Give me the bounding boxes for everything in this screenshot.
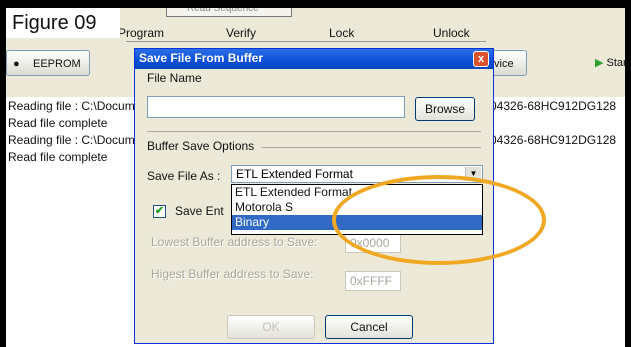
menu-program[interactable]: Program — [118, 26, 164, 40]
menu-lock[interactable]: Lock — [329, 26, 354, 40]
divider — [147, 131, 481, 132]
play-icon: ▶ — [595, 57, 604, 69]
menu-divider — [126, 41, 486, 42]
file-name-label: File Name — [147, 71, 202, 85]
option-etl-extended[interactable]: ETL Extended Format — [232, 185, 482, 200]
log-line: Read file complete — [8, 150, 108, 164]
ok-button[interactable]: OK — [227, 315, 315, 339]
log-line: Reading file : C:\Docum — [8, 133, 135, 147]
save-as-select[interactable]: ETL Extended Format ▼ — [231, 165, 483, 183]
device-button[interactable]: vice — [489, 50, 527, 76]
dialog-title: Save File From Buffer — [139, 51, 264, 65]
cancel-button[interactable]: Cancel — [325, 315, 413, 339]
highest-address-input[interactable]: 0xFFFF — [345, 271, 401, 291]
format-dropdown-list: ETL Extended Format Motorola S Binary — [231, 184, 483, 235]
file-name-input[interactable] — [147, 96, 405, 118]
highest-address-label: Higest Buffer address to Save: — [151, 267, 314, 281]
lowest-address-label: Lowest Buffer address to Save: — [151, 235, 318, 249]
divider — [261, 147, 481, 148]
start-label: Star — [606, 57, 625, 69]
log-device-id: 04326-68HC912DG128 — [490, 99, 617, 113]
log-line: Read file complete — [8, 116, 108, 130]
menu-unlock[interactable]: Unlock — [433, 26, 470, 40]
disk-icon: ● — [13, 58, 20, 70]
read-sequence-button[interactable]: Read Sequence — [166, 8, 292, 17]
buffer-options-label: Buffer Save Options — [147, 139, 255, 153]
option-binary[interactable]: Binary — [232, 215, 482, 230]
menu-verify[interactable]: Verify — [226, 26, 256, 40]
figure-label: Figure 09 — [6, 8, 120, 38]
device-label: vice — [494, 58, 514, 70]
option-motorola-s[interactable]: Motorola S — [232, 200, 482, 215]
save-file-dialog: Save File From Buffer x File Name Browse… — [134, 48, 494, 344]
log-device-id: 04326-68HC912DG128 — [490, 133, 617, 147]
save-as-label: Save File As : — [147, 169, 221, 183]
start-button[interactable]: ▶ Star — [591, 50, 625, 76]
save-entire-checkbox[interactable]: ✔ — [153, 205, 166, 218]
log-line: Reading file : C:\Docum — [8, 99, 135, 113]
eeprom-button[interactable]: ● EEPROM — [6, 50, 90, 76]
lowest-address-input[interactable]: 0x0000 — [345, 233, 401, 253]
save-as-value: ETL Extended Format — [236, 167, 353, 181]
dialog-titlebar[interactable]: Save File From Buffer x — [135, 49, 493, 69]
chevron-down-icon[interactable]: ▼ — [465, 167, 481, 181]
browse-button[interactable]: Browse — [415, 97, 475, 121]
save-entire-label: Save Ent — [175, 204, 224, 218]
eeprom-label: EEPROM — [33, 58, 81, 70]
close-icon[interactable]: x — [473, 51, 489, 67]
